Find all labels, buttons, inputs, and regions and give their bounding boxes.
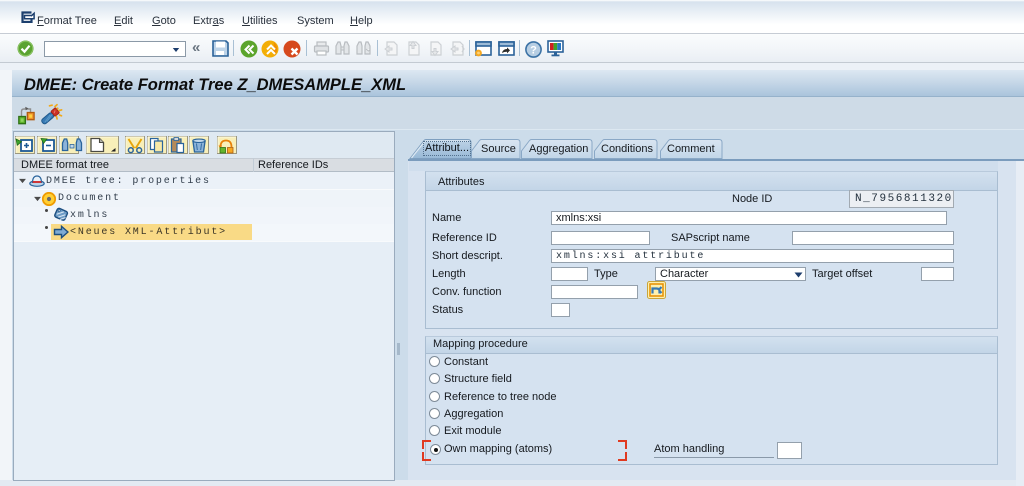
svg-text:?: ? (530, 45, 537, 57)
